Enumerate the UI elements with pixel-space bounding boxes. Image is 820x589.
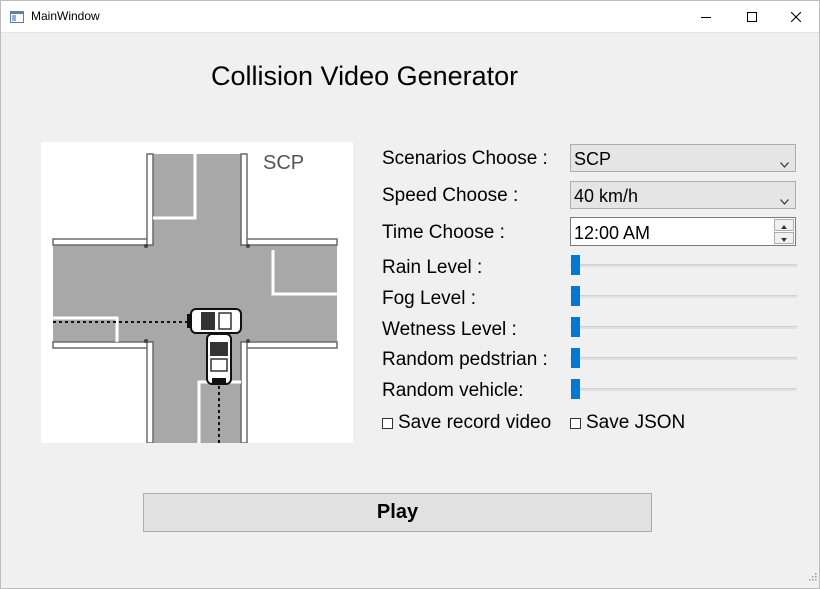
slider-groove [570, 388, 797, 391]
scenario-select-value: SCP [574, 149, 612, 169]
minimize-icon [701, 12, 711, 22]
slider-handle[interactable] [571, 317, 580, 337]
slider-handle[interactable] [571, 286, 580, 306]
save-json-label: Save JSON [586, 412, 686, 433]
speed-select-value: 40 km/h [574, 186, 639, 206]
chevron-down-icon [780, 155, 789, 173]
checkbox-box[interactable] [382, 417, 393, 429]
resize-grip-icon[interactable] [807, 568, 817, 586]
random-pedestrian-label: Random pedstrian : [382, 349, 548, 370]
time-decrement-button[interactable] [774, 232, 794, 244]
speed-select[interactable]: 40 km/h [570, 181, 796, 209]
window-title: MainWindow [31, 9, 100, 23]
title-bar: MainWindow [1, 1, 819, 33]
minimize-button[interactable] [683, 1, 729, 32]
play-button[interactable]: Play [143, 493, 652, 532]
wetness-level-slider[interactable] [570, 317, 797, 337]
wetness-level-label: Wetness Level : [382, 319, 517, 340]
slider-handle[interactable] [571, 379, 580, 399]
speed-label: Speed Choose : [382, 185, 519, 206]
main-window: MainWindow Collision Video Generator SCP… [0, 0, 820, 589]
rain-level-label: Rain Level : [382, 257, 483, 278]
maximize-icon [747, 11, 757, 22]
maximize-button[interactable] [729, 1, 775, 32]
scenario-preview-label: SCP [263, 152, 305, 174]
save-record-video-label: Save record video [398, 412, 552, 433]
caret-down-icon [781, 229, 787, 247]
time-label: Time Choose : [382, 222, 505, 243]
slider-groove [570, 264, 797, 267]
scenario-label: Scenarios Choose : [382, 148, 548, 169]
random-pedestrian-slider[interactable] [570, 348, 797, 368]
slider-groove [570, 326, 797, 329]
slider-groove [570, 357, 797, 360]
save-json-checkbox[interactable]: Save JSON [570, 412, 685, 434]
app-icon [10, 10, 24, 23]
chevron-down-icon [780, 192, 789, 210]
slider-handle[interactable] [571, 255, 580, 275]
rain-level-slider[interactable] [570, 255, 797, 275]
slider-groove [570, 295, 797, 298]
time-spinbox[interactable]: 12:00 AM [570, 217, 796, 246]
close-icon [791, 11, 801, 22]
checkbox-box[interactable] [570, 417, 581, 429]
scenario-select[interactable]: SCP [570, 144, 796, 172]
fog-level-slider[interactable] [570, 286, 797, 306]
random-vehicle-label: Random vehicle: [382, 380, 524, 401]
time-value: 12:00 AM [574, 223, 651, 243]
scenario-preview-image: SCP [41, 142, 353, 444]
random-vehicle-slider[interactable] [570, 379, 797, 399]
slider-handle[interactable] [571, 348, 580, 368]
page-title: Collision Video Generator [211, 61, 519, 91]
close-button[interactable] [773, 1, 819, 32]
save-record-video-checkbox[interactable]: Save record video [382, 412, 551, 434]
fog-level-label: Fog Level : [382, 288, 476, 309]
